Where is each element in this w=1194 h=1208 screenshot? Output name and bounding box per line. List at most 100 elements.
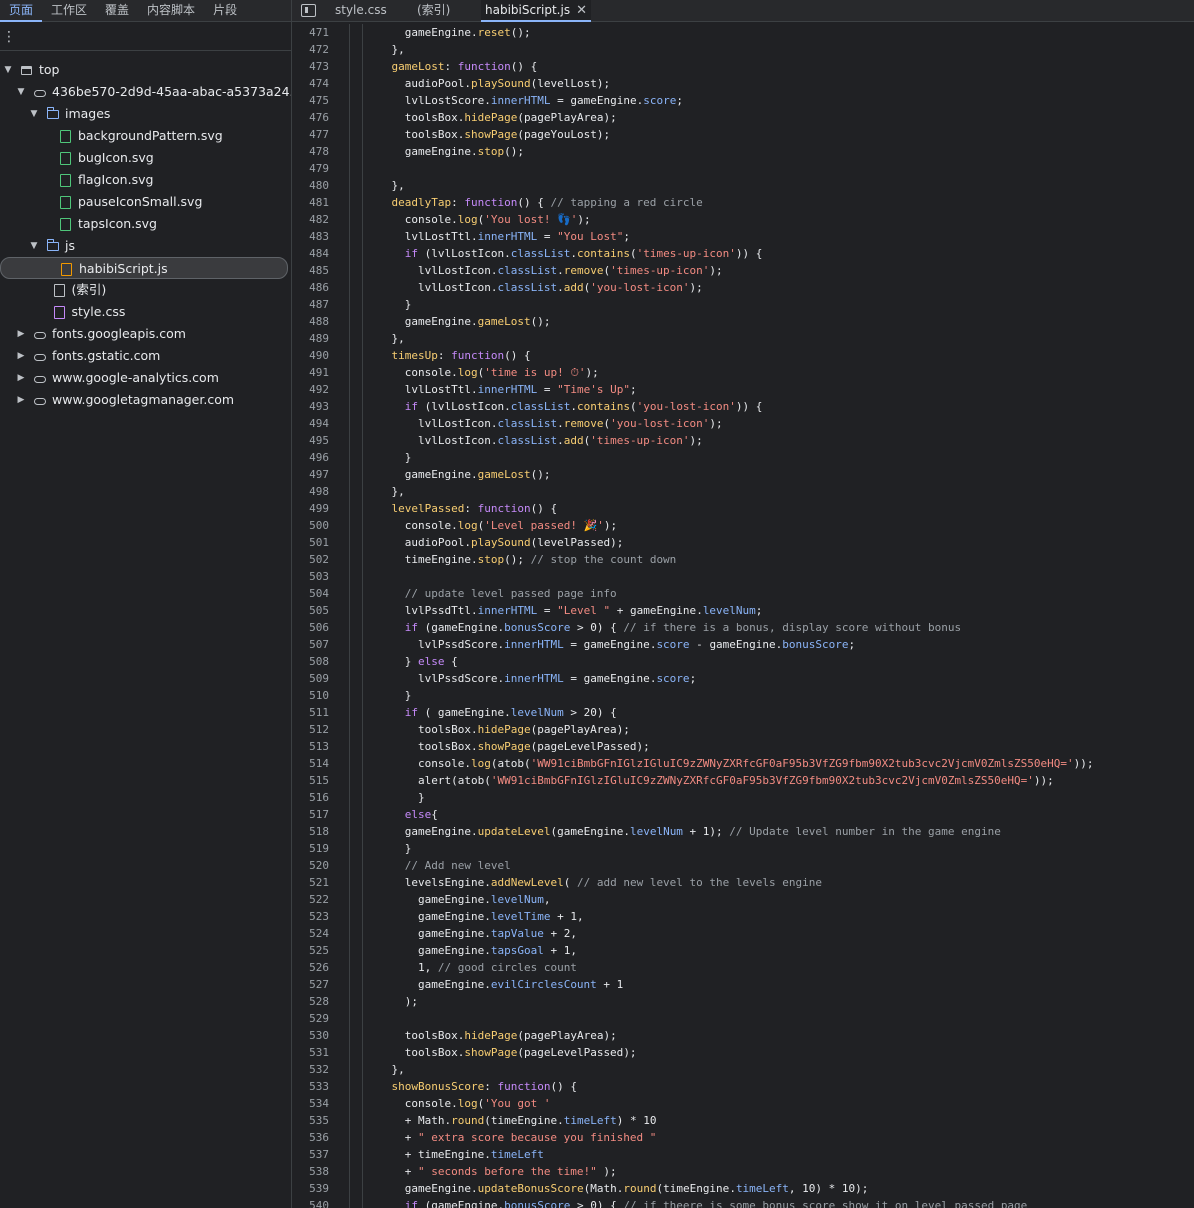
tree-item[interactable]: ▼ images: [0, 103, 291, 125]
line-number[interactable]: 522: [292, 891, 329, 908]
tree-item[interactable]: bugIcon.svg: [0, 147, 291, 169]
more-options-icon[interactable]: ⋮: [2, 30, 16, 44]
line-number[interactable]: 508: [292, 653, 329, 670]
editor-tab[interactable]: (索引): [417, 0, 450, 22]
line-number[interactable]: 486: [292, 279, 329, 296]
tree-item[interactable]: ▼ top: [0, 59, 291, 81]
line-number[interactable]: 520: [292, 857, 329, 874]
line-number[interactable]: 489: [292, 330, 329, 347]
editor-tab[interactable]: style.css: [335, 0, 387, 22]
editor-tab[interactable]: habibiScript.js ✕: [481, 0, 591, 22]
line-number[interactable]: 513: [292, 738, 329, 755]
expanded-arrow-icon[interactable]: ▼: [15, 81, 27, 103]
line-number[interactable]: 475: [292, 92, 329, 109]
line-number[interactable]: 525: [292, 942, 329, 959]
nav-tab[interactable]: 内容脚本: [138, 0, 204, 22]
tree-item[interactable]: ▼ 436be570-2d9d-45aa-abac-a5373a24...: [0, 81, 291, 103]
line-number[interactable]: 506: [292, 619, 329, 636]
line-number[interactable]: 509: [292, 670, 329, 687]
line-number[interactable]: 487: [292, 296, 329, 313]
close-icon[interactable]: ✕: [576, 0, 587, 21]
line-number[interactable]: 528: [292, 993, 329, 1010]
line-number[interactable]: 529: [292, 1010, 329, 1027]
line-number[interactable]: 530: [292, 1027, 329, 1044]
line-number[interactable]: 521: [292, 874, 329, 891]
line-number[interactable]: 485: [292, 262, 329, 279]
tree-item[interactable]: ▶ fonts.gstatic.com: [0, 345, 291, 367]
tree-item[interactable]: flagIcon.svg: [0, 169, 291, 191]
tree-item[interactable]: (索引): [0, 279, 291, 301]
line-number[interactable]: 518: [292, 823, 329, 840]
collapsed-arrow-icon[interactable]: ▶: [15, 345, 27, 367]
line-number[interactable]: 496: [292, 449, 329, 466]
expanded-arrow-icon[interactable]: ▼: [28, 235, 40, 257]
collapsed-arrow-icon[interactable]: ▶: [15, 323, 27, 345]
line-number[interactable]: 535: [292, 1112, 329, 1129]
line-number[interactable]: 512: [292, 721, 329, 738]
code-area[interactable]: 471 gameEngine.reset(); 472 }, 473 gameLos…: [292, 24, 1194, 1208]
tree-item[interactable]: tapsIcon.svg: [0, 213, 291, 235]
nav-tab[interactable]: 覆盖: [96, 0, 138, 22]
line-number[interactable]: 511: [292, 704, 329, 721]
line-number[interactable]: 510: [292, 687, 329, 704]
line-number[interactable]: 493: [292, 398, 329, 415]
line-number[interactable]: 537: [292, 1146, 329, 1163]
expanded-arrow-icon[interactable]: ▼: [28, 103, 40, 125]
line-number[interactable]: 474: [292, 75, 329, 92]
line-number[interactable]: 483: [292, 228, 329, 245]
tree-item[interactable]: pauseIconSmall.svg: [0, 191, 291, 213]
line-number[interactable]: 505: [292, 602, 329, 619]
line-number[interactable]: 532: [292, 1061, 329, 1078]
line-number[interactable]: 478: [292, 143, 329, 160]
nav-tab[interactable]: 片段: [204, 0, 246, 22]
line-number[interactable]: 519: [292, 840, 329, 857]
collapsed-arrow-icon[interactable]: ▶: [15, 367, 27, 389]
line-number[interactable]: 523: [292, 908, 329, 925]
line-number[interactable]: 472: [292, 41, 329, 58]
line-number[interactable]: 538: [292, 1163, 329, 1180]
line-number[interactable]: 503: [292, 568, 329, 585]
tree-item[interactable]: habibiScript.js: [0, 257, 288, 279]
line-number[interactable]: 524: [292, 925, 329, 942]
expanded-arrow-icon[interactable]: ▼: [2, 59, 14, 81]
line-number[interactable]: 482: [292, 211, 329, 228]
line-number[interactable]: 531: [292, 1044, 329, 1061]
tree-item[interactable]: ▶ www.googletagmanager.com: [0, 389, 291, 411]
nav-tab[interactable]: 工作区: [42, 0, 96, 22]
line-number[interactable]: 491: [292, 364, 329, 381]
line-number[interactable]: 490: [292, 347, 329, 364]
line-number[interactable]: 484: [292, 245, 329, 262]
line-number[interactable]: 534: [292, 1095, 329, 1112]
line-number[interactable]: 499: [292, 500, 329, 517]
line-number[interactable]: 514: [292, 755, 329, 772]
toggle-navigator-icon[interactable]: [301, 4, 316, 17]
line-number[interactable]: 501: [292, 534, 329, 551]
line-number[interactable]: 539: [292, 1180, 329, 1197]
line-number[interactable]: 536: [292, 1129, 329, 1146]
line-number[interactable]: 480: [292, 177, 329, 194]
line-number[interactable]: 517: [292, 806, 329, 823]
line-number[interactable]: 527: [292, 976, 329, 993]
line-number[interactable]: 540: [292, 1197, 329, 1208]
tree-item[interactable]: backgroundPattern.svg: [0, 125, 291, 147]
line-number[interactable]: 495: [292, 432, 329, 449]
line-number[interactable]: 497: [292, 466, 329, 483]
tree-item[interactable]: ▼ js: [0, 235, 291, 257]
nav-tab[interactable]: 页面: [0, 0, 43, 22]
line-number[interactable]: 488: [292, 313, 329, 330]
tree-item[interactable]: ▶ www.google-analytics.com: [0, 367, 291, 389]
line-number[interactable]: 526: [292, 959, 329, 976]
line-number[interactable]: 477: [292, 126, 329, 143]
line-number[interactable]: 471: [292, 24, 329, 41]
line-number[interactable]: 507: [292, 636, 329, 653]
tree-item[interactable]: ▶ fonts.googleapis.com: [0, 323, 291, 345]
line-number[interactable]: 516: [292, 789, 329, 806]
line-number[interactable]: 498: [292, 483, 329, 500]
line-number[interactable]: 500: [292, 517, 329, 534]
tree-item[interactable]: style.css: [0, 301, 291, 323]
line-number[interactable]: 494: [292, 415, 329, 432]
line-number[interactable]: 473: [292, 58, 329, 75]
line-number[interactable]: 481: [292, 194, 329, 211]
collapsed-arrow-icon[interactable]: ▶: [15, 389, 27, 411]
line-number[interactable]: 492: [292, 381, 329, 398]
